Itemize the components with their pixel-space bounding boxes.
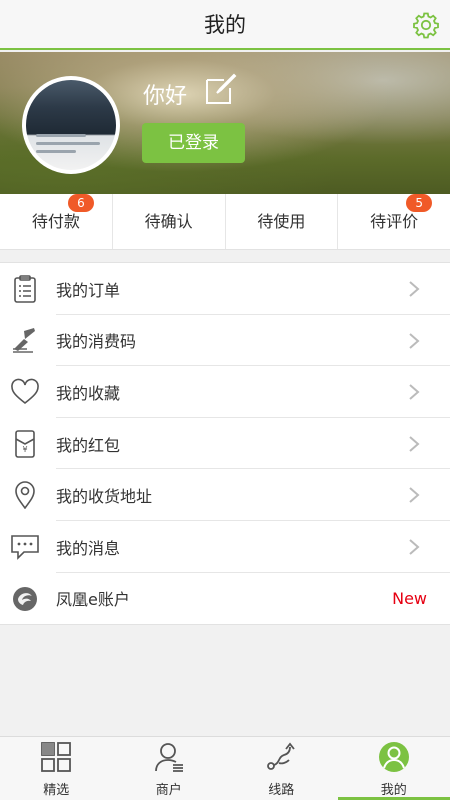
phoenix-logo-icon (13, 586, 37, 611)
menu-item-label: 我的消费码 (56, 332, 137, 352)
location-pin-icon (15, 481, 35, 510)
chevron-right-icon (409, 384, 420, 400)
menu-item-consumption-code[interactable]: 我的消费码 (0, 315, 450, 367)
menu-item-label: 我的红包 (56, 435, 121, 455)
new-badge: New (392, 588, 427, 608)
account-menu: 我的订单 我的消费码 我的收藏 ¥ 我的红包 我的收货地址 我的消息 凤凰e账户… (0, 262, 450, 626)
grid-icon (41, 742, 72, 772)
red-envelope-icon: ¥ (15, 429, 35, 458)
menu-item-red-envelope[interactable]: ¥ 我的红包 (0, 418, 450, 470)
count-badge: 6 (68, 194, 94, 212)
menu-item-favorites[interactable]: 我的收藏 (0, 366, 450, 418)
status-pending-use[interactable]: 待使用 (226, 194, 339, 249)
top-bar: 我的 (0, 0, 450, 50)
chevron-right-icon (409, 487, 420, 504)
menu-item-label: 我的收货地址 (56, 487, 153, 507)
tab-label: 我的 (380, 783, 407, 798)
chevron-right-icon (409, 539, 420, 555)
profile-icon (378, 742, 409, 772)
message-icon (11, 535, 39, 560)
page-title: 我的 (204, 13, 246, 37)
edit-icon[interactable] (204, 72, 238, 106)
status-label: 待确认 (144, 212, 193, 231)
chevron-right-icon (409, 436, 420, 452)
tab-featured[interactable]: 精选 (0, 737, 113, 800)
menu-item-orders[interactable]: 我的订单 (0, 263, 450, 315)
clipboard-icon (14, 275, 36, 303)
greeting-text: 你好 (143, 84, 188, 109)
route-icon (267, 742, 295, 770)
tab-label: 精选 (43, 783, 70, 798)
profile-header: 你好 已登录 (0, 52, 450, 194)
avatar-image (26, 80, 116, 170)
merchant-icon (154, 743, 183, 772)
tab-routes[interactable]: 线路 (225, 737, 338, 800)
status-label: 待使用 (257, 212, 306, 231)
menu-item-shipping-address[interactable]: 我的收货地址 (0, 469, 450, 521)
menu-item-phoenix-account[interactable]: 凤凰e账户 New (0, 573, 450, 625)
status-label: 待评价 (370, 212, 419, 231)
chevron-right-icon (409, 281, 420, 297)
heart-icon (11, 378, 39, 405)
count-badge: 5 (406, 194, 433, 212)
chevron-right-icon (409, 332, 420, 349)
logged-in-button[interactable]: 已登录 (142, 123, 245, 163)
status-pending-review[interactable]: 待评价 5 (338, 194, 450, 249)
menu-item-label: 凤凰e账户 (56, 590, 130, 610)
menu-item-label: 我的收藏 (56, 383, 121, 403)
status-pending-payment[interactable]: 待付款 6 (0, 194, 113, 249)
tab-mine[interactable]: 我的 (337, 737, 450, 800)
svg-text:¥: ¥ (22, 445, 27, 454)
gear-icon[interactable] (412, 11, 440, 39)
status-label: 待付款 (31, 212, 80, 231)
order-status-bar: 待付款 6 待确认 待使用 待评价 5 (0, 194, 450, 250)
tab-label: 线路 (268, 783, 295, 798)
menu-item-label: 我的消息 (56, 538, 121, 558)
tab-merchants[interactable]: 商户 (113, 737, 226, 800)
avatar[interactable] (22, 76, 120, 174)
tab-label: 商户 (155, 783, 182, 798)
status-pending-confirm[interactable]: 待确认 (113, 194, 226, 249)
menu-item-messages[interactable]: 我的消息 (0, 521, 450, 573)
brush-icon (13, 327, 35, 353)
bottom-tab-bar: 精选 商户 线路 我的 (0, 736, 450, 800)
menu-item-label: 我的订单 (56, 280, 121, 300)
